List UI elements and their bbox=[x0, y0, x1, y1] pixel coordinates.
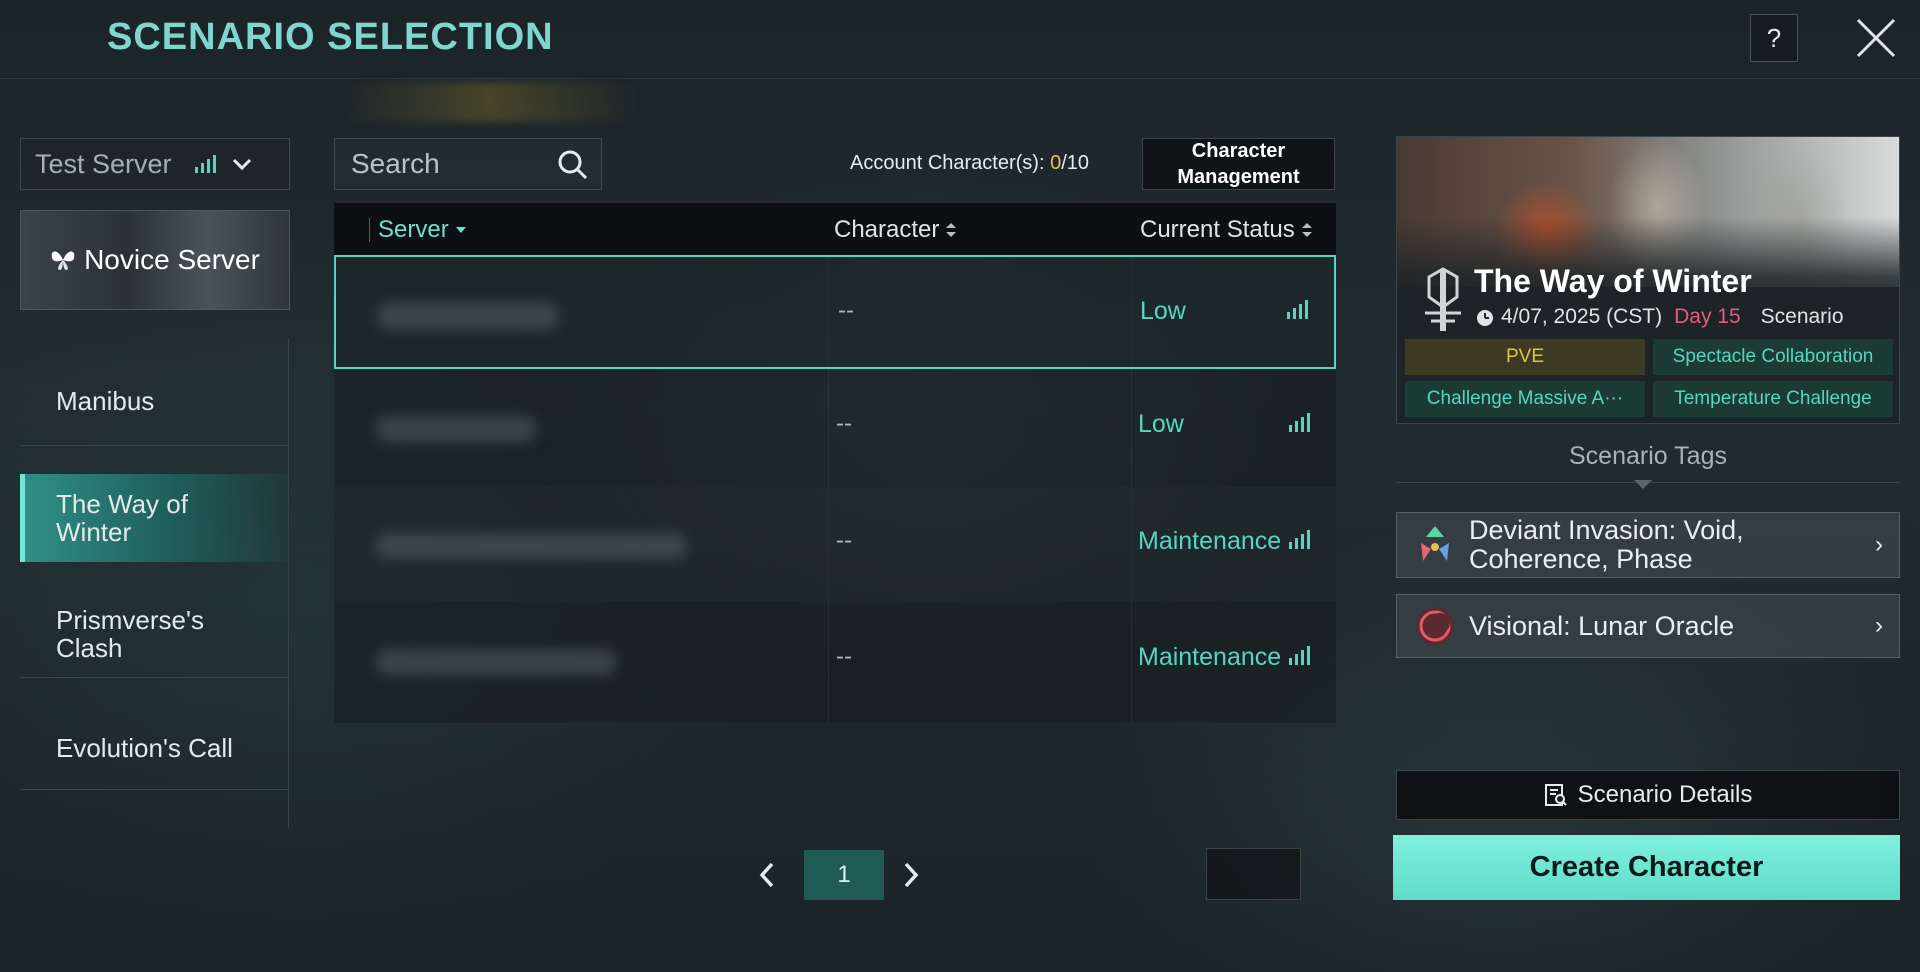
deviant-icon bbox=[1413, 523, 1457, 567]
feature-visional-lunar-oracle[interactable]: Visional: Lunar Oracle › bbox=[1396, 594, 1900, 658]
status-cell: Maintenance bbox=[1138, 643, 1282, 671]
caret-down-icon bbox=[1634, 480, 1652, 489]
scenario-kind: Scenario bbox=[1760, 305, 1844, 328]
server-select[interactable]: Test Server bbox=[20, 138, 290, 190]
header-divider bbox=[0, 78, 1920, 79]
scenario-list-divider bbox=[288, 338, 289, 828]
server-select-label: Test Server bbox=[35, 148, 172, 179]
table-row[interactable]: -- Maintenance bbox=[334, 603, 1336, 717]
tag-temperature-challenge: Temperature Challenge bbox=[1653, 381, 1893, 417]
search-field[interactable]: Search bbox=[334, 138, 602, 190]
column-header-label: Current Status bbox=[1140, 216, 1295, 243]
search-placeholder: Search bbox=[351, 148, 440, 179]
scenario-tags-label: Scenario Tags bbox=[1569, 442, 1727, 470]
clock-icon bbox=[1477, 310, 1493, 326]
column-header-server[interactable]: Server bbox=[378, 216, 467, 244]
novice-server-label: Novice Server bbox=[84, 244, 260, 275]
signal-icon bbox=[1289, 413, 1310, 432]
details-icon bbox=[1544, 784, 1567, 806]
scenario-details-label: Scenario Details bbox=[1577, 781, 1753, 808]
scenario-item-label: Evolution's Call bbox=[56, 733, 233, 763]
page-title: SCENARIO SELECTION bbox=[107, 16, 554, 58]
scenario-date: 4/07, 2025 (CST) bbox=[1501, 305, 1663, 328]
signal-icon bbox=[194, 155, 216, 173]
server-name-blurred bbox=[376, 533, 686, 559]
sort-icon bbox=[1301, 223, 1312, 237]
lunar-oracle-icon bbox=[1413, 604, 1457, 648]
status-cell: Low bbox=[1138, 410, 1184, 438]
account-character-count: Account Character(s): 0/10 bbox=[850, 152, 1089, 175]
blank-button[interactable] bbox=[1206, 848, 1301, 900]
character-cell: -- bbox=[838, 297, 854, 324]
scenario-separator bbox=[20, 789, 288, 790]
account-count-current: 0 bbox=[1050, 152, 1062, 174]
character-management-line2: Management bbox=[1177, 166, 1300, 188]
character-management-line1: Character bbox=[1191, 140, 1286, 162]
scenario-item-label: The Way of Winter bbox=[56, 489, 188, 547]
character-management-button[interactable]: Character Management bbox=[1142, 138, 1335, 190]
signal-icon bbox=[1287, 300, 1308, 319]
help-button[interactable]: ? bbox=[1750, 14, 1798, 62]
column-header-label: Server bbox=[378, 216, 449, 243]
tag-pve: PVE bbox=[1405, 339, 1645, 375]
table-row[interactable]: -- Maintenance bbox=[334, 487, 1336, 601]
butterfly-icon bbox=[51, 251, 75, 270]
sort-icon bbox=[946, 223, 957, 237]
table-row[interactable]: -- Low bbox=[334, 255, 1336, 369]
scenario-item-the-way-of-winter[interactable]: The Way of Winter bbox=[20, 474, 288, 562]
close-icon bbox=[1856, 18, 1896, 58]
account-count-label: Account Character(s): bbox=[850, 152, 1051, 174]
status-cell: Maintenance bbox=[1138, 527, 1282, 555]
scenario-banner: The Way of Winter 4/07, 2025 (CST) Day 1… bbox=[1396, 136, 1900, 424]
feature-deviant-invasion[interactable]: Deviant Invasion: Void, Coherence, Phase… bbox=[1396, 512, 1900, 578]
feature-label: Visional: Lunar Oracle bbox=[1469, 610, 1735, 641]
decorative-glow bbox=[340, 82, 640, 122]
chevron-left-icon[interactable] bbox=[758, 860, 776, 890]
create-character-button[interactable]: Create Character bbox=[1393, 835, 1900, 900]
server-name-blurred bbox=[378, 303, 558, 329]
close-button[interactable] bbox=[1854, 16, 1898, 60]
scenario-item-label: Manibus bbox=[56, 386, 155, 416]
column-header-current-status[interactable]: Current Status bbox=[1140, 216, 1313, 244]
chevron-right-icon: › bbox=[1875, 612, 1883, 639]
sort-down-icon bbox=[455, 227, 466, 233]
signal-icon bbox=[1289, 530, 1310, 549]
scenario-meta: 4/07, 2025 (CST) Day 15 Scenario bbox=[1475, 305, 1844, 329]
search-icon[interactable] bbox=[557, 149, 589, 181]
column-header-label: Character bbox=[834, 216, 940, 243]
tag-spectacle-collaboration: Spectacle Collaboration bbox=[1653, 339, 1893, 375]
server-name-blurred bbox=[376, 416, 536, 442]
status-cell: Low bbox=[1140, 297, 1186, 325]
character-cell: -- bbox=[836, 643, 852, 670]
scenario-separator bbox=[20, 445, 288, 446]
scenario-title: The Way of Winter bbox=[1474, 263, 1752, 299]
scenario-separator bbox=[20, 677, 288, 678]
header-tick bbox=[369, 218, 370, 242]
scenario-emblem-icon bbox=[1425, 267, 1461, 331]
scenario-item-evolutions-call[interactable]: Evolution's Call bbox=[20, 706, 288, 790]
chevron-right-icon: › bbox=[1875, 531, 1883, 558]
scenario-details-button[interactable]: Scenario Details bbox=[1396, 770, 1900, 820]
column-header-character[interactable]: Character bbox=[834, 216, 957, 244]
character-cell: -- bbox=[836, 527, 852, 554]
character-cell: -- bbox=[836, 410, 852, 437]
tag-challenge-massive: Challenge Massive A··· bbox=[1405, 381, 1645, 417]
scenario-day: Day 15 bbox=[1674, 305, 1741, 328]
signal-icon bbox=[1289, 646, 1310, 665]
scenario-item-prismverses-clash[interactable]: Prismverse's Clash bbox=[20, 590, 288, 678]
feature-label: Deviant Invasion: Void, Coherence, Phase bbox=[1469, 515, 1744, 574]
scenario-item-manibus[interactable]: Manibus bbox=[20, 356, 288, 446]
chevron-right-icon[interactable] bbox=[902, 860, 920, 890]
account-count-max: 10 bbox=[1066, 152, 1090, 174]
page-number-current[interactable]: 1 bbox=[804, 850, 884, 900]
chevron-down-icon bbox=[232, 158, 251, 171]
server-name-blurred bbox=[376, 649, 616, 675]
table-row[interactable]: -- Low bbox=[334, 370, 1336, 484]
novice-server-button[interactable]: Novice Server bbox=[20, 210, 290, 310]
scenario-item-label: Prismverse's Clash bbox=[56, 605, 204, 663]
